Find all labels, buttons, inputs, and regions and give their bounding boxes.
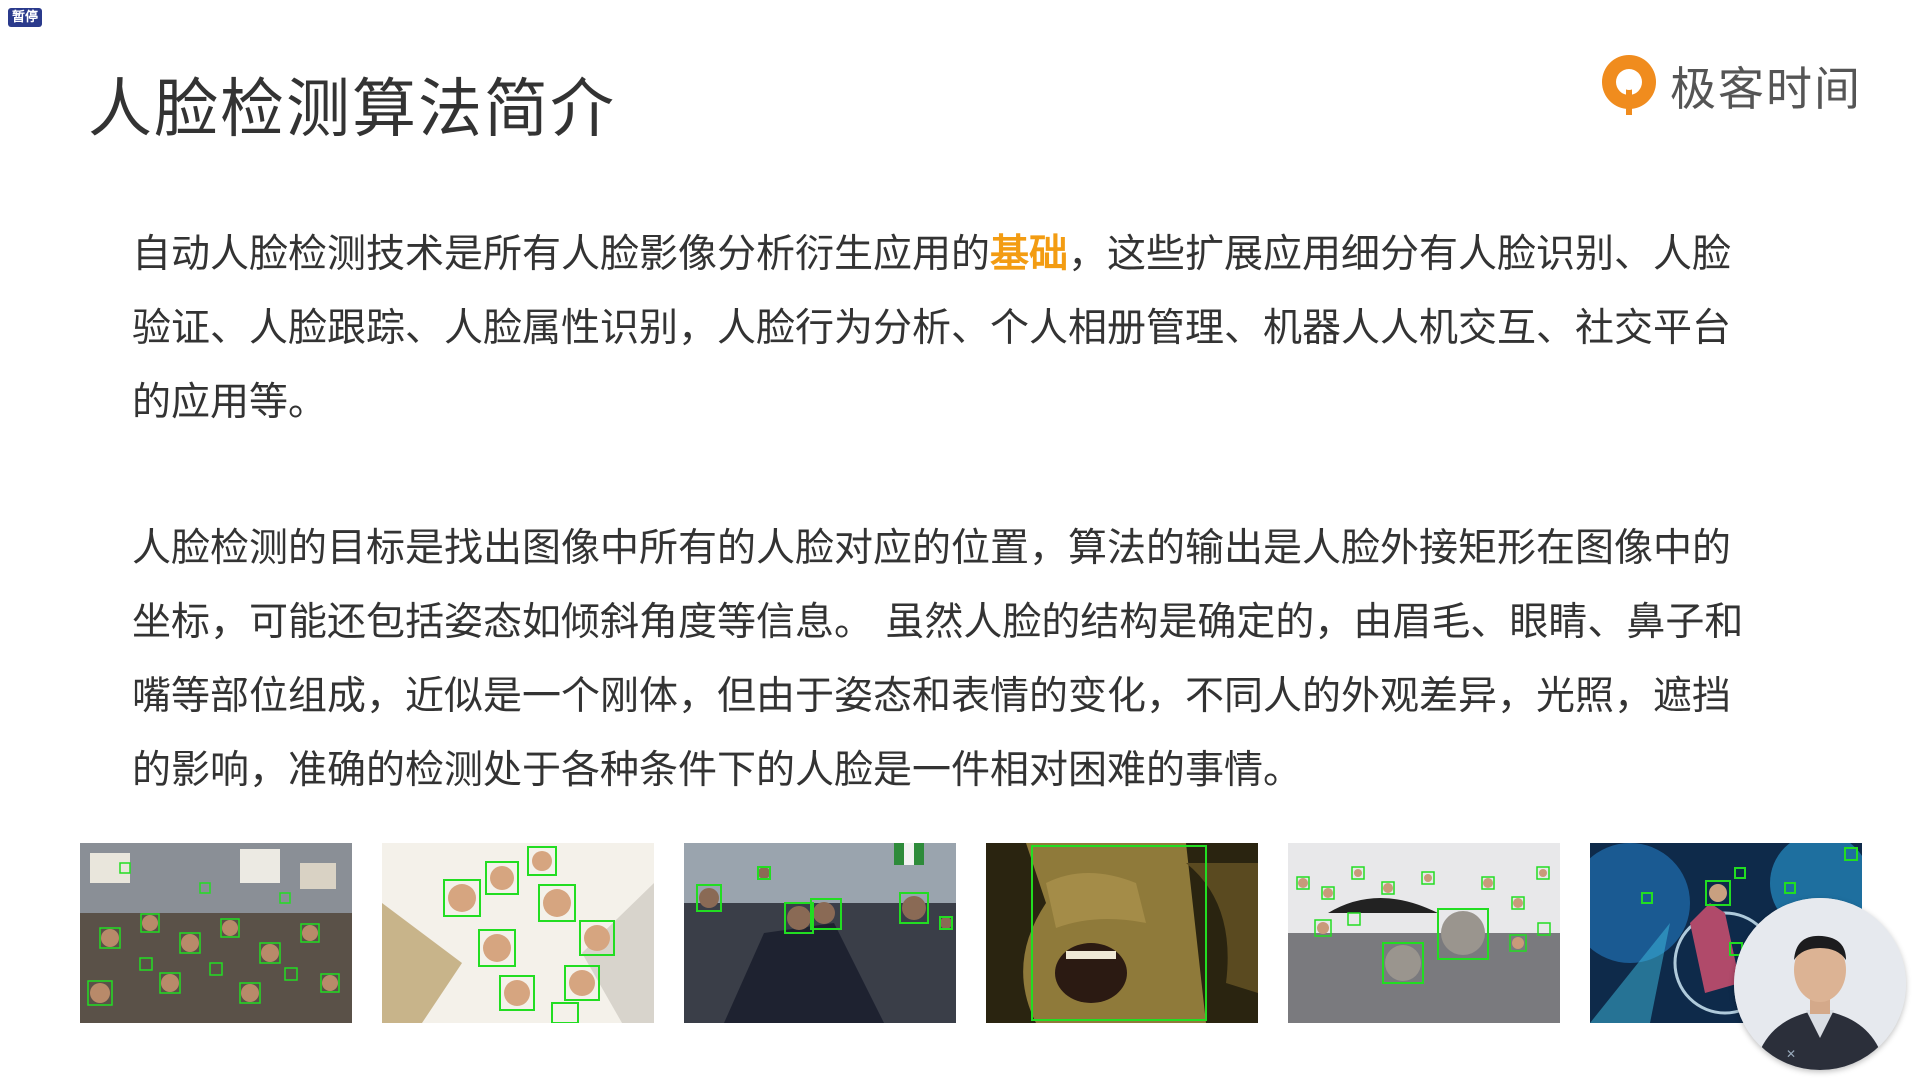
group-looking-down-image [382,843,654,1023]
example-image-strip [80,843,1866,1023]
mud-festival-crowd-image [1288,843,1560,1023]
brand-logo: 极客时间 [1598,50,1862,122]
svg-text:✕: ✕ [1786,1047,1796,1061]
celebration-crowd-image [684,843,956,1023]
paragraph-goal: 人脸检测的目标是找出图像中所有的人脸对应的位置，算法的输出是人脸外接矩形在图像中… [132,526,1744,793]
pause-badge[interactable]: 暂停 [8,8,43,27]
slide-title: 人脸检测算法简介 [88,73,616,147]
crowd-protest-image [80,843,352,1023]
geektime-logo-icon [1601,55,1657,115]
screaming-face-closeup-image [986,843,1258,1023]
paragraph-intro-lead: 自动人脸检测技术是所有人脸影像分析衍生应用的 [132,232,991,277]
logo-text: 极客时间 [1670,62,1862,116]
presenter-video-avatar: ✕ [1734,898,1906,1070]
paragraph-intro: 自动人脸检测技术是所有人脸影像分析衍生应用的基础，这些扩展应用细分有人脸识别、人… [132,218,1752,440]
highlight-keyword: 基础 [990,232,1069,277]
